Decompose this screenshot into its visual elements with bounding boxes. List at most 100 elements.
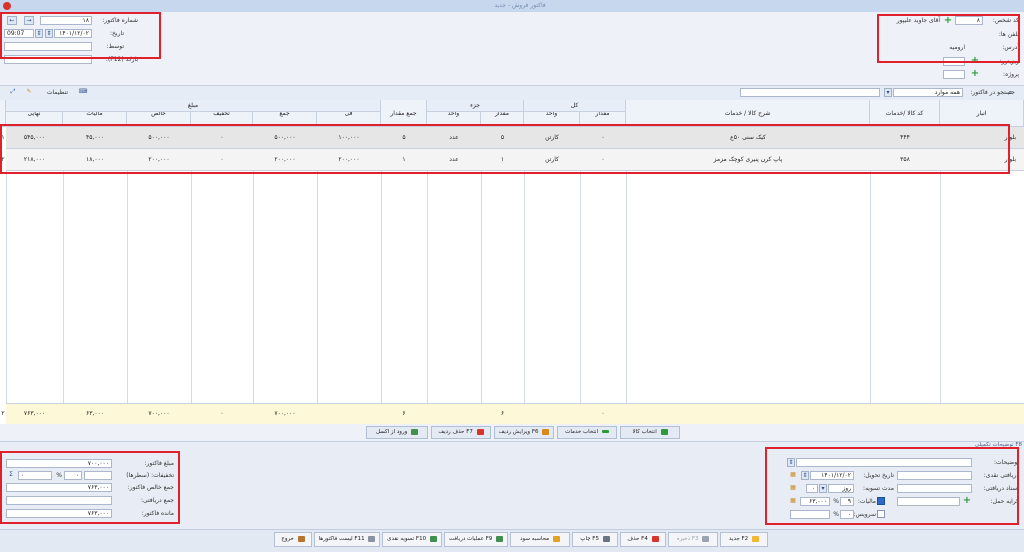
select-goods-button[interactable]: انتخاب کالا	[620, 426, 680, 439]
new-file-icon	[751, 535, 759, 542]
import-excel-button[interactable]: ورود از اکسل	[366, 426, 428, 439]
profit-label: محاسبه سود	[520, 536, 550, 542]
minus-icon	[601, 430, 609, 433]
discount-type-select[interactable]	[84, 471, 112, 480]
total-jozz-megdar: ۶	[500, 410, 505, 417]
service-pct-field[interactable]: ۰	[840, 510, 854, 519]
add-person-icon[interactable]: +	[943, 16, 953, 26]
cell-kol-vahed: کارتن	[545, 134, 559, 141]
import-excel-label: ورود از اکسل	[375, 429, 408, 435]
received-label: جمع دریافتی:	[140, 497, 174, 504]
tax-checkbox[interactable]	[877, 497, 885, 505]
settle-calendar-icon[interactable]: ▦	[788, 484, 798, 493]
settle-unit-chevron-icon[interactable]: ▾	[819, 484, 827, 493]
delete-invoice-button[interactable]: حذف F4	[620, 532, 666, 547]
time-field[interactable]: 09:07	[4, 29, 34, 38]
table-row[interactable]: ۲ ۲۱۸,۰۰۰ ۱۸,۰۰۰ ۲۰۰,۰۰۰ ۰ ۲۰۰,۰۰۰ ۲۰۰,۰…	[1, 149, 1024, 171]
visitor-field[interactable]	[943, 57, 965, 66]
receive-ops-button[interactable]: عملیات دریافت F9	[444, 532, 508, 547]
delivery-date-spinner-icon[interactable]: ⇕	[801, 471, 809, 480]
cell-nahaei: ۵۴۵,۰۰۰	[23, 134, 46, 141]
settle-days-field[interactable]: ۰	[806, 484, 818, 493]
save-invoice-button[interactable]: ذخیره F3	[668, 532, 718, 547]
plus-icon	[660, 428, 668, 435]
settle-label: مدت تسویه:	[863, 485, 894, 492]
by-field[interactable]	[4, 42, 92, 51]
search-scope-select[interactable]: همه موارد	[893, 88, 963, 97]
cell-fi: ۲۰۰,۰۰۰	[338, 156, 360, 163]
notes-field[interactable]	[796, 458, 972, 467]
exit-door-icon	[297, 535, 305, 542]
calendar-icon[interactable]: ▦	[788, 471, 798, 480]
excel-icon	[411, 428, 419, 435]
service-checkbox[interactable]	[877, 510, 885, 518]
person-code-field[interactable]: ۸	[955, 16, 983, 25]
list-icon	[368, 535, 376, 542]
exit-button[interactable]: خروج	[274, 532, 312, 547]
prev-invoice-button[interactable]: ←	[7, 16, 17, 25]
edit-row-label: ویرایش ردیف F6	[498, 429, 539, 435]
cell-kol-megdar: ۰	[601, 134, 605, 141]
date-spinner-icon[interactable]: ⇕	[45, 29, 53, 38]
search-icon: ⌕	[1008, 88, 1013, 97]
total-khales: ۷۰۰,۰۰۰	[148, 410, 170, 417]
received-docs-field[interactable]	[897, 484, 972, 493]
new-invoice-button[interactable]: جدید F2	[720, 532, 768, 547]
barcode-field[interactable]	[4, 55, 92, 64]
cash-icon	[429, 535, 437, 542]
freight-field[interactable]	[897, 497, 960, 506]
cell-jam: ۵۰۰,۰۰۰	[274, 134, 296, 141]
sigma-icon[interactable]: Σ	[6, 471, 16, 480]
cell-jozz-vahed: عدد	[449, 134, 459, 141]
notes-label: توضیحات:	[993, 459, 1019, 466]
expand-icon[interactable]: ⤢	[8, 88, 18, 97]
keyboard-icon[interactable]: ⌨	[78, 88, 88, 97]
pencil-icon	[542, 428, 550, 435]
settings-button[interactable]: تنظیمات	[36, 89, 68, 96]
project-field[interactable]	[943, 70, 965, 79]
print-label: چاپ F5	[580, 536, 599, 542]
freight-label: کرایه حمل:	[990, 498, 1019, 505]
invoice-list-button[interactable]: لیست فاکتورها F11	[314, 532, 380, 547]
add-freight-icon[interactable]: +	[962, 496, 972, 506]
search-input[interactable]	[740, 88, 880, 97]
delete-row-button[interactable]: حذف ردیف F7	[431, 426, 491, 439]
delivery-date-field[interactable]: ۱۴۰۱/۱۲/۰۲	[810, 471, 854, 480]
group-kol: کل	[524, 100, 626, 112]
cash-received-field[interactable]	[897, 471, 972, 480]
cash-settle-button[interactable]: تسویه نقدی F10	[382, 532, 442, 547]
discount-label: تخفیفات: (سطرها)	[126, 472, 174, 479]
profit-button[interactable]: محاسبه سود	[510, 532, 570, 547]
edit-row-button[interactable]: ویرایش ردیف F6	[494, 426, 554, 439]
discount-pct-field[interactable]: ۰	[64, 471, 82, 480]
settle-unit-select[interactable]: روز	[828, 484, 854, 493]
discount-amount-field[interactable]: ۰	[18, 471, 52, 480]
totals-row: ۲ ۷۶۳,۰۰۰ ۶۳,۰۰۰ ۷۰۰,۰۰۰ ۰ ۷۰۰,۰۰۰ ۶ ۶ ۰	[1, 403, 1024, 424]
window-title: فاکتور فروش - جدید	[494, 2, 546, 9]
cell-maliat: ۱۸,۰۰۰	[85, 156, 105, 163]
add-visitor-icon[interactable]: +	[970, 56, 980, 66]
col-code: کد کالا /خدمات	[870, 100, 940, 127]
cell-kol-megdar: ۰	[601, 156, 605, 163]
time-spinner-icon[interactable]: ⇕	[35, 29, 43, 38]
add-project-icon[interactable]: +	[970, 69, 980, 79]
tax-calc-icon[interactable]: ▦	[788, 497, 798, 506]
notes-spinner-icon[interactable]: ⇕	[787, 458, 795, 467]
net-total-label: جمع خالص فاکتور:	[127, 484, 174, 491]
table-row[interactable]: ۱ ۵۴۵,۰۰۰ ۴۵,۰۰۰ ۵۰۰,۰۰۰ ۰ ۵۰۰,۰۰۰ ۱۰۰,۰…	[1, 127, 1024, 149]
tools-icon[interactable]: ✎	[24, 88, 34, 97]
date-label: تاریخ:	[110, 30, 124, 37]
print-button[interactable]: چاپ F5	[572, 532, 618, 547]
next-invoice-button[interactable]: →	[24, 16, 34, 25]
save-label: ذخیره F3	[676, 536, 699, 542]
group-mablagh: مبلغ	[6, 100, 381, 112]
total-kol-megdar: ۰	[601, 410, 605, 417]
invoice-number-field[interactable]: ۱۸	[40, 16, 92, 25]
tax-pct-field[interactable]: ۹	[840, 497, 854, 506]
cell-jozz-megdar: ۵	[500, 134, 505, 141]
discount-pct-symbol: %	[56, 472, 62, 479]
scope-chevron-down-icon[interactable]: ▾	[884, 88, 892, 97]
select-services-button[interactable]: انتخاب خدمات	[557, 426, 617, 439]
cell-sharh: پاپ کرن پنیری کوچک مزمز	[713, 156, 783, 163]
date-field[interactable]: ۱۴۰۱/۱۲/۰۲	[54, 29, 92, 38]
